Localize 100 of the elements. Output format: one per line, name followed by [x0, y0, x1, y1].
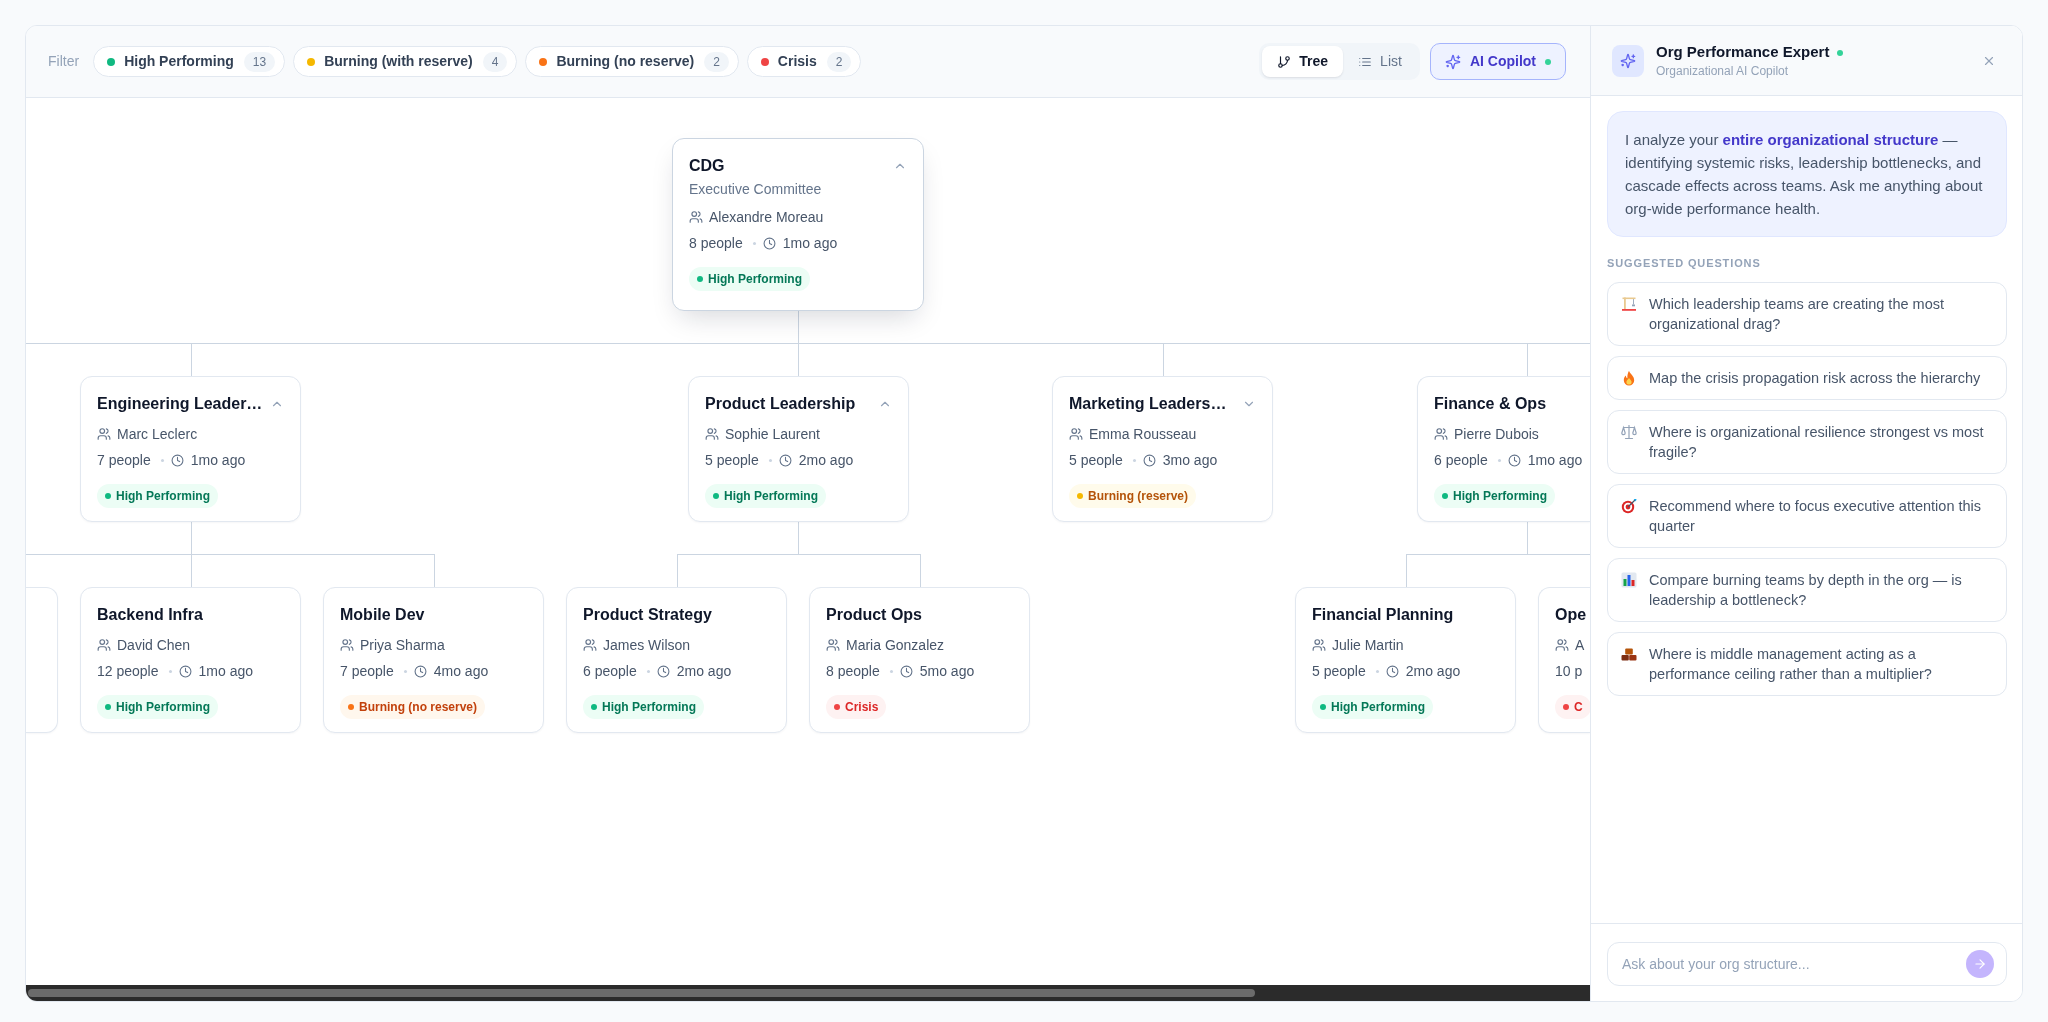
- filter-chip[interactable]: High Performing 13: [93, 46, 286, 77]
- balance-scale-icon: [1621, 424, 1637, 440]
- updated-time: 1mo ago: [782, 233, 838, 253]
- users-icon: [689, 210, 703, 224]
- status-label: Crisis: [845, 699, 879, 716]
- clock-icon: [170, 453, 184, 467]
- status-label: High Performing: [116, 699, 210, 716]
- lead-name: Sophie Laurent: [725, 424, 820, 444]
- filter-label: Filter: [48, 52, 80, 71]
- count-badge: 13: [243, 51, 276, 72]
- status-label: Burning (no reserve): [359, 699, 478, 716]
- node-title: Finance & Ops: [1434, 394, 1547, 414]
- node-title: Product Strategy: [583, 605, 712, 625]
- suggested-question[interactable]: Where is organizational resilience strongest vs most fragile?: [1607, 410, 2007, 474]
- clock-icon: [1385, 664, 1399, 678]
- count-badge: 2: [826, 51, 852, 72]
- lead-name: A: [1575, 635, 1585, 655]
- org-node-card[interactable]: Engineering Leader… Marc Leclerc 7 people 1mo ago High Performing: [80, 376, 301, 522]
- users-icon: [1434, 427, 1448, 441]
- filter-chip[interactable]: Crisis 2: [746, 46, 862, 77]
- org-node-card[interactable]: Product Ops Maria Gonzalez 8 people 5mo ago Crisis: [809, 587, 1030, 733]
- lead-name: Alexandre Moreau: [709, 207, 824, 227]
- users-icon: [1069, 427, 1083, 441]
- clock-icon: [899, 664, 913, 678]
- clock-icon: [762, 236, 776, 250]
- org-node-card[interactable]: Financial Planning Julie Martin 5 people 2mo ago High Performing: [1295, 587, 1516, 733]
- lead-name: Pierre Dubois: [1454, 424, 1539, 444]
- org-node-card[interactable]: Finance & Ops Pierre Dubois 6 people 1mo ago High Performing: [1417, 376, 1590, 522]
- org-node-card[interactable]: Backend Infra David Chen 12 people 1mo ago High Performing: [80, 587, 301, 733]
- horizontal-scrollbar[interactable]: [26, 985, 1590, 1001]
- people-count: 12 people: [97, 661, 159, 681]
- people-count: 5 people: [1312, 661, 1366, 681]
- suggested-question[interactable]: Map the crisis propagation risk across the hierarchy: [1607, 356, 2007, 400]
- users-icon: [826, 638, 840, 652]
- org-node-card[interactable]: Marketing Leaders… Emma Rousseau 5 people 3mo ago Burning (reserve): [1052, 376, 1273, 522]
- org-node-card[interactable]: Product Strategy James Wilson 6 people 2mo ago High Performing: [566, 587, 787, 733]
- section-heading: SUGGESTED QUESTIONS: [1607, 256, 1762, 270]
- chat-input[interactable]: Ask about your org structure...: [1607, 942, 2007, 986]
- people-count: 8 people: [826, 661, 880, 681]
- people-count: 7 people: [340, 661, 394, 681]
- node-title: Mobile Dev: [340, 605, 425, 625]
- sparkles-icon: [1444, 53, 1461, 70]
- status-label: C: [1574, 699, 1583, 716]
- people-count: 8 people: [689, 233, 743, 253]
- updated-time: 4mo ago: [433, 661, 489, 681]
- node-title: Backend Infra: [97, 605, 203, 625]
- lead-name: James Wilson: [603, 635, 691, 655]
- clock-icon: [1142, 453, 1156, 467]
- org-node-card[interactable]: [26, 587, 58, 733]
- status-dot-icon: [1545, 58, 1551, 65]
- status-label: High Performing: [116, 488, 210, 505]
- lead-name: Emma Rousseau: [1089, 424, 1197, 444]
- lead-name: Priya Sharma: [360, 635, 445, 655]
- lead-name: Marc Leclerc: [117, 424, 198, 444]
- count-badge: 2: [704, 51, 729, 72]
- updated-time: 1mo ago: [190, 450, 246, 470]
- ai-copilot-button[interactable]: AI Copilot: [1429, 43, 1566, 80]
- clock-icon: [413, 664, 427, 678]
- users-icon: [583, 638, 597, 652]
- users-icon: [1555, 638, 1569, 652]
- org-node-card[interactable]: Product Leadership Sophie Laurent 5 people 2mo ago High Performing: [688, 376, 909, 522]
- node-title: CDG: [689, 156, 725, 176]
- users-icon: [340, 638, 354, 652]
- clock-icon: [656, 664, 670, 678]
- scrollbar-thumb[interactable]: [28, 989, 1255, 997]
- org-node-card[interactable]: CDG Executive Committee Alexandre Moreau 8 people 1mo ago High Performing: [672, 138, 924, 311]
- count-badge: 4: [482, 51, 508, 72]
- updated-time: 2mo ago: [798, 450, 854, 470]
- updated-time: 2mo ago: [1405, 661, 1461, 681]
- updated-time: 1mo ago: [198, 661, 253, 681]
- suggested-question[interactable]: Compare burning teams by depth in the org — is leadership a bottleneck?: [1607, 558, 2007, 622]
- org-node-card[interactable]: Ope A 10 p C: [1538, 587, 1590, 733]
- lead-name: Maria Gonzalez: [846, 635, 945, 655]
- node-title: Marketing Leaders…: [1069, 394, 1227, 414]
- updated-time: 3mo ago: [1162, 450, 1218, 470]
- users-icon: [705, 427, 719, 441]
- suggested-question[interactable]: Which leadership teams are creating the most organizational drag?: [1607, 282, 2007, 346]
- filter-chip[interactable]: Burning (no reserve) 2: [525, 46, 739, 77]
- suggested-question[interactable]: Recommend where to focus executive attention this quarter: [1607, 484, 2007, 548]
- node-subtitle: Executive Committee: [689, 180, 823, 199]
- suggested-question[interactable]: Where is middle management acting as a performance ceiling rather than a multiplier?: [1607, 632, 2007, 696]
- people-count: 5 people: [1069, 450, 1123, 470]
- intro-message: I analyze your entire organizational structure — identifying systemic risks, leadership bottlenecks, and cascade effects across teams. Ask me anything about org-wide performance health.: [1607, 111, 2007, 237]
- bar-chart-icon: [1621, 572, 1637, 588]
- status-label: High Performing: [1331, 699, 1425, 716]
- view-tab[interactable]: List: [1343, 46, 1417, 77]
- node-title: Financial Planning: [1312, 605, 1454, 625]
- node-title: Product Ops: [826, 605, 922, 625]
- users-icon: [97, 427, 111, 441]
- org-node-card[interactable]: Mobile Dev Priya Sharma 7 people 4mo ago Burning (no reserve): [323, 587, 544, 733]
- clock-icon: [1507, 453, 1521, 467]
- view-tab[interactable]: Tree: [1262, 46, 1344, 77]
- status-label: Burning (reserve): [1088, 488, 1189, 505]
- updated-time: 1mo ago: [1527, 450, 1583, 470]
- updated-time: 2mo ago: [676, 661, 732, 681]
- status-label: High Performing: [724, 488, 818, 505]
- panel-subtitle: Organizational AI Copilot: [1656, 62, 1790, 79]
- lead-name: Julie Martin: [1332, 635, 1404, 655]
- branch-icon: [1277, 54, 1292, 69]
- filter-chip[interactable]: Burning (with reserve) 4: [293, 46, 518, 77]
